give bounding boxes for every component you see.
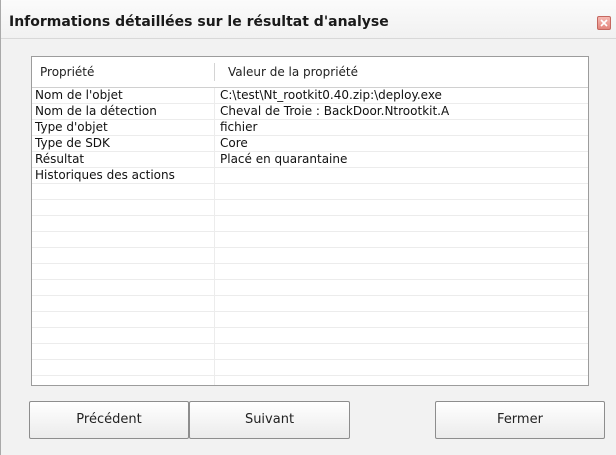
property-name-cell: Nom de l'objet [35,88,123,102]
property-name-cell: Type de SDK [35,136,110,150]
table-row[interactable] [32,264,588,280]
table-row[interactable]: Historiques des actions [32,168,588,184]
next-button[interactable]: Suivant [189,401,350,439]
table-row[interactable] [32,232,588,248]
table-row[interactable] [32,328,588,344]
table-row[interactable] [32,344,588,360]
table-row[interactable] [32,216,588,232]
property-name-cell: Type d'objet [35,120,108,134]
table-row[interactable] [32,248,588,264]
table-row[interactable]: Type de SDK Core [32,136,588,152]
close-icon [600,19,608,27]
property-value-cell: C:\test\Nt_rootkit0.40.zip:\deploy.exe [220,88,442,102]
previous-button[interactable]: Précédent [29,401,189,439]
property-name-cell: Résultat [35,152,85,166]
table-row[interactable]: Type d'objet fichier [32,120,588,136]
column-header-value[interactable]: Valeur de la propriété [228,57,358,87]
property-value-cell: Cheval de Troie : BackDoor.Ntrootkit.A [220,104,450,118]
table-header: Propriété Valeur de la propriété [32,57,588,88]
table-row[interactable] [32,200,588,216]
column-separator[interactable] [214,63,215,81]
column-header-property[interactable]: Propriété [40,57,94,87]
close-button[interactable]: Fermer [435,401,605,439]
table-body: Nom de l'objet C:\test\Nt_rootkit0.40.zip… [32,88,588,376]
scan-result-details-dialog: Informations détaillées sur le résultat … [0,0,616,455]
property-name-cell: Historiques des actions [35,168,175,182]
table-row[interactable] [32,312,588,328]
table-row[interactable] [32,360,588,376]
table-row[interactable]: Résultat Placé en quarantaine [32,152,588,168]
property-value-cell: Core [220,136,248,150]
window-title: Informations détaillées sur le résultat … [9,14,389,30]
title-bar: Informations détaillées sur le résultat … [1,0,616,39]
table-row[interactable] [32,184,588,200]
property-value-cell: Placé en quarantaine [220,152,348,166]
table-row[interactable] [32,280,588,296]
table-row[interactable] [32,296,588,312]
close-window-button[interactable] [597,16,611,30]
property-name-cell: Nom de la détection [35,104,157,118]
properties-table: Propriété Valeur de la propriété Nom de … [31,56,589,386]
table-row[interactable]: Nom de l'objet C:\test\Nt_rootkit0.40.zip… [32,88,588,104]
property-value-cell: fichier [220,120,258,134]
table-row[interactable]: Nom de la détection Cheval de Troie : Bac… [32,104,588,120]
